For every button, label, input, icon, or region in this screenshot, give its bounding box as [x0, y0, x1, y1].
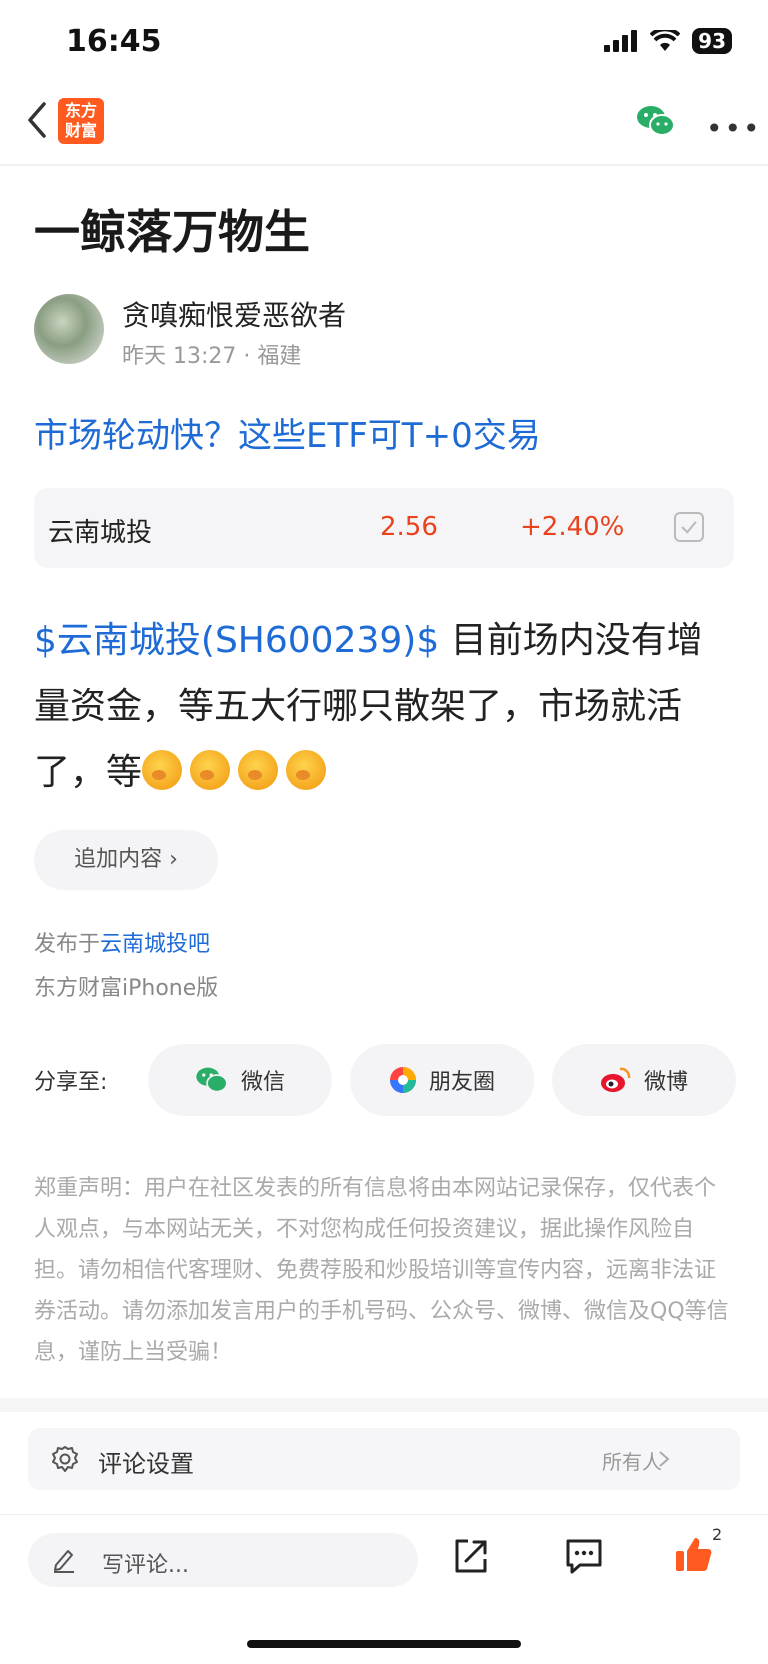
stock-change: +2.40%: [520, 512, 625, 542]
post-location: 福建: [257, 344, 302, 369]
disclaimer-text: 郑重声明：用户在社区发表的所有信息将由本网站记录保存，仅代表个人观点，与本网站无…: [34, 1176, 729, 1365]
chevron-right-icon: [659, 1451, 670, 1467]
smirk-emoji-icon: [286, 750, 327, 790]
emoji-row: [142, 750, 334, 793]
comment-input[interactable]: 写评论...: [28, 1533, 418, 1587]
comment-placeholder: 写评论...: [102, 1553, 189, 1578]
add-watchlist-checkbox-icon[interactable]: [674, 512, 704, 542]
share-wechat-label: 微信: [240, 1070, 285, 1095]
share-external-icon[interactable]: [452, 1537, 490, 1575]
add-content-label: 追加内容: [74, 847, 163, 872]
stock-quote-card[interactable]: 云南城投 2.56 +2.40%: [34, 488, 734, 568]
more-options-icon[interactable]: •••: [706, 112, 762, 145]
meta-separator: ·: [243, 344, 258, 369]
comment-settings-label: 评论设置: [98, 1450, 194, 1478]
comment-settings-value: 所有人: [602, 1450, 662, 1474]
wifi-icon: [650, 30, 681, 51]
smirk-emoji-icon: [190, 750, 231, 790]
nav-header: 东方财富 •••: [0, 80, 768, 166]
like-count: 2: [712, 1525, 723, 1544]
back-arrow-icon[interactable]: [24, 100, 52, 140]
post-meta: 昨天 13:27 · 福建: [122, 338, 301, 370]
client-info: 东方财富iPhone版: [34, 976, 219, 1001]
share-weibo-button[interactable]: 微博: [552, 1044, 736, 1116]
share-label: 分享至:: [34, 1070, 108, 1095]
wechat-share-icon[interactable]: [636, 104, 676, 138]
promo-link[interactable]: 市场轮动快？这些ETF可T+0交易: [34, 408, 541, 457]
posted-in: 发布于云南城投吧: [34, 926, 210, 958]
battery-indicator: 93: [692, 28, 732, 54]
moments-icon: [389, 1067, 416, 1093]
comment-settings-row[interactable]: 评论设置 所有人: [28, 1428, 740, 1490]
pencil-icon: [54, 1550, 74, 1573]
comment-icon[interactable]: [564, 1537, 604, 1575]
share-moments-button[interactable]: 朋友圈: [350, 1044, 534, 1116]
author-avatar[interactable]: [34, 294, 104, 364]
weibo-icon: [600, 1067, 631, 1092]
wechat-icon: [196, 1067, 228, 1093]
stock-price: 2.56: [380, 512, 438, 542]
author-name[interactable]: 贪嗔痴恨爱恶欲者: [122, 294, 346, 334]
post-body: $云南城投(SH600239)$ 目前场内没有增量资金，等五大行哪只散架了，市场…: [34, 608, 734, 806]
smirk-emoji-icon: [142, 750, 183, 790]
section-divider: [0, 1398, 768, 1412]
share-moments-label: 朋友圈: [428, 1070, 495, 1095]
chevron-right-icon: ›: [169, 847, 178, 872]
signal-icon: [604, 30, 638, 52]
gear-icon: [52, 1446, 78, 1472]
bottom-action-bar: 写评论... 2: [0, 1514, 768, 1664]
add-content-button[interactable]: 追加内容 ›: [34, 830, 218, 890]
status-time: 16:45: [66, 24, 162, 59]
post-time: 昨天 13:27: [122, 344, 237, 369]
board-link[interactable]: 云南城投吧: [100, 932, 210, 957]
stock-name: 云南城投: [48, 518, 153, 548]
app-logo[interactable]: 东方财富: [58, 98, 104, 144]
stock-mention-link[interactable]: $云南城投(SH600239)$: [34, 620, 439, 661]
smirk-emoji-icon: [238, 750, 279, 790]
post-title: 一鲸落万物生: [34, 205, 310, 259]
status-icons: 93: [604, 28, 732, 54]
share-weibo-label: 微博: [643, 1070, 688, 1095]
share-wechat-button[interactable]: 微信: [148, 1044, 332, 1116]
like-thumbs-up-icon[interactable]: [674, 1535, 714, 1575]
posted-prefix: 发布于: [34, 932, 101, 957]
home-indicator: [247, 1640, 521, 1648]
